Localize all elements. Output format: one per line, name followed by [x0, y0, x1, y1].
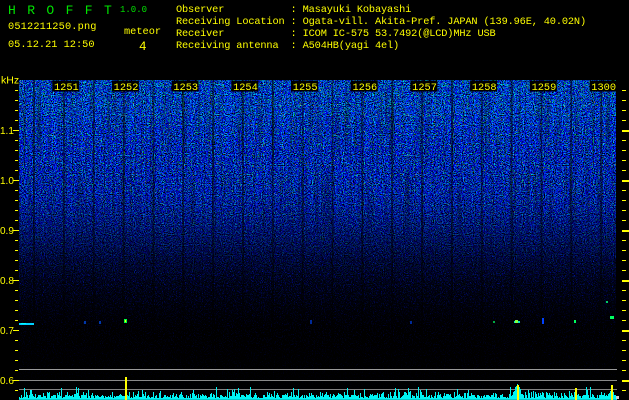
svg-text:0.8: 0.8 [0, 276, 14, 287]
svg-text:0.7: 0.7 [0, 326, 14, 337]
svg-text:1259: 1259 [532, 82, 557, 94]
svg-text:1253: 1253 [173, 82, 198, 94]
svg-text:1258: 1258 [472, 82, 497, 94]
svg-text:0.6: 0.6 [0, 376, 14, 387]
svg-text:1300: 1300 [591, 82, 616, 94]
svg-text:1254: 1254 [233, 82, 258, 94]
svg-text:1257: 1257 [412, 82, 437, 94]
svg-text:1252: 1252 [114, 82, 139, 94]
svg-text:kHz: kHz [1, 75, 19, 87]
svg-text:1255: 1255 [293, 82, 318, 94]
svg-text:1251: 1251 [54, 82, 79, 94]
svg-text:0.9: 0.9 [0, 226, 14, 237]
svg-text:1.1: 1.1 [0, 126, 14, 137]
svg-text:1.0: 1.0 [0, 176, 14, 187]
svg-text:1256: 1256 [352, 82, 377, 94]
